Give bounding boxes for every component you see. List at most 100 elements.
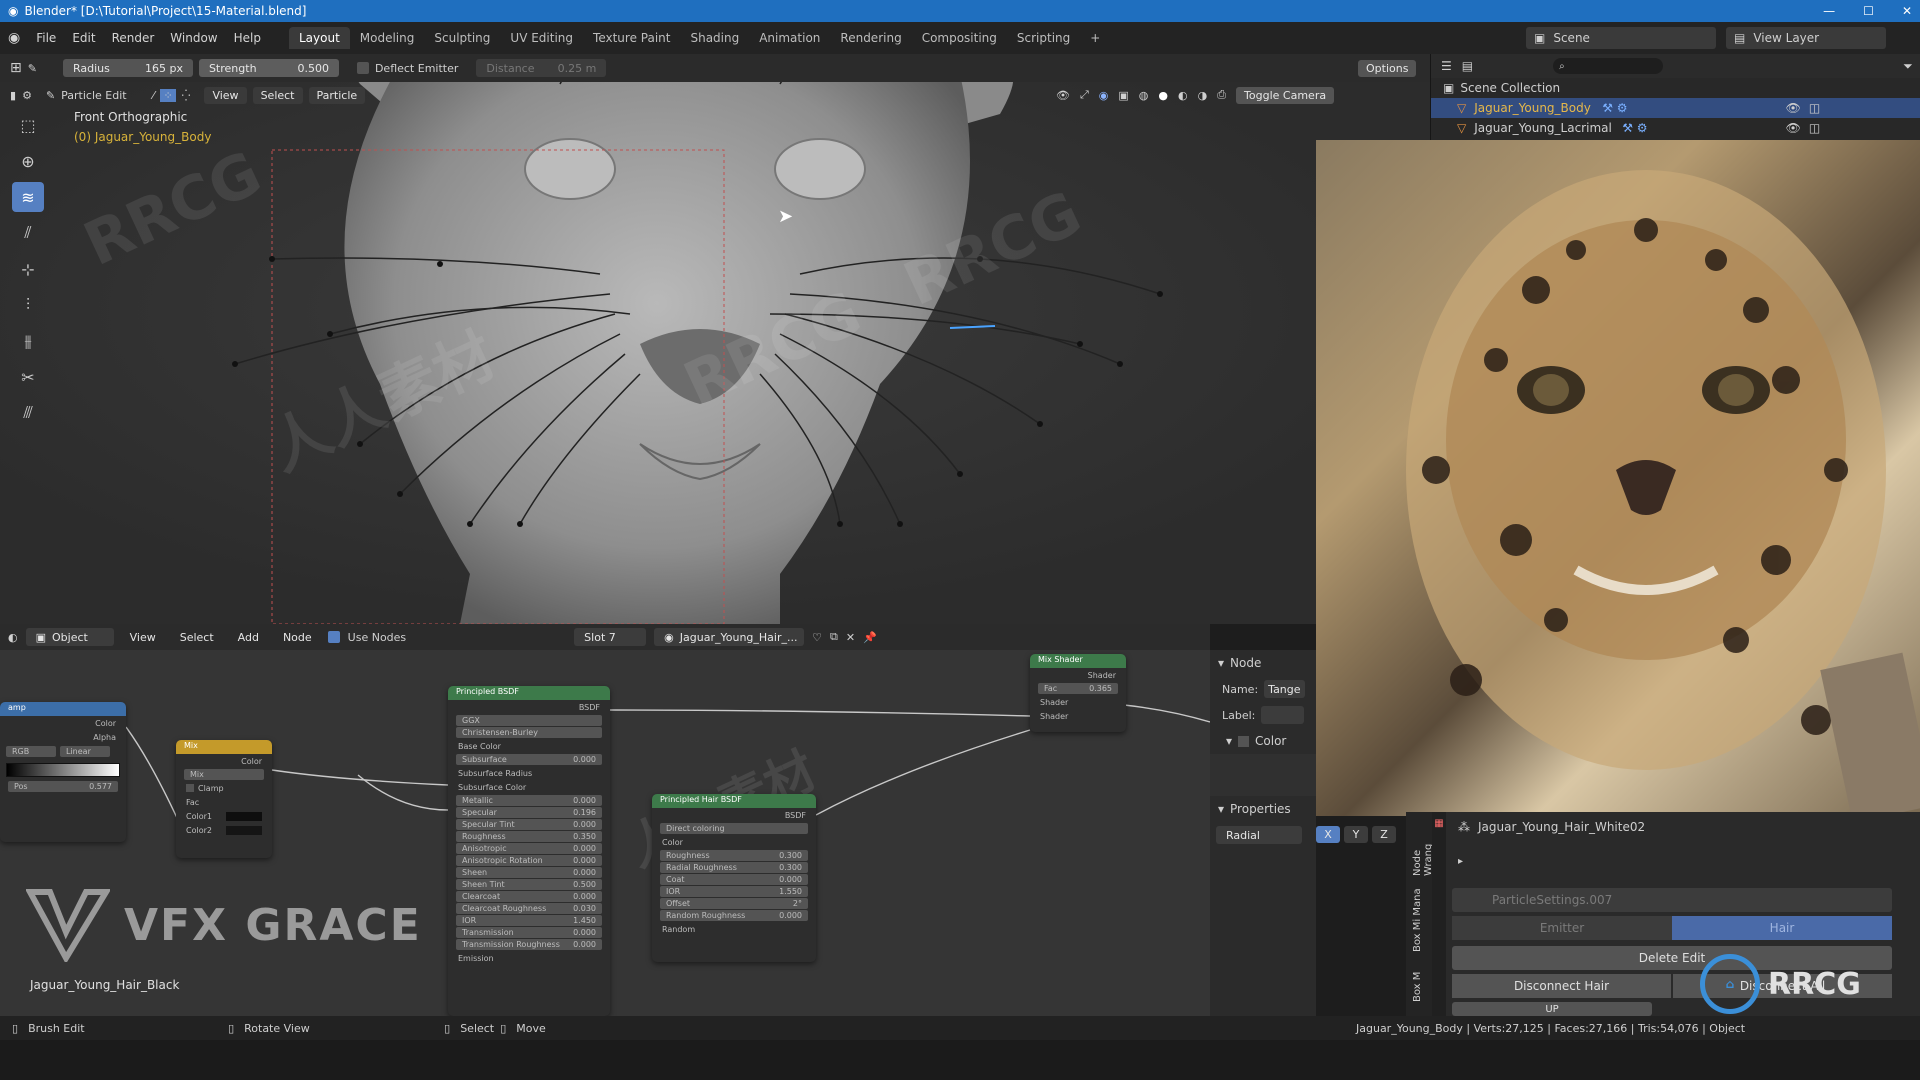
view-layer-selector[interactable]: ▤ View Layer bbox=[1726, 27, 1886, 49]
axis-z-button[interactable]: Z bbox=[1372, 826, 1396, 843]
color-mode-dropdown[interactable]: RGB bbox=[6, 746, 56, 757]
select-mode-path-icon[interactable]: ⁄ bbox=[153, 89, 155, 102]
node-input-row[interactable]: Radial Roughness 0.300 bbox=[660, 862, 808, 873]
render-icon[interactable]: ◫ bbox=[1809, 121, 1820, 135]
mode-dropdown[interactable]: Particle Edit bbox=[61, 89, 126, 102]
node-section-header[interactable]: ▾ Node bbox=[1210, 650, 1316, 676]
clamp-checkbox[interactable] bbox=[186, 784, 194, 792]
smooth-tool-icon[interactable]: ⫽ bbox=[12, 218, 44, 248]
hair-button[interactable]: Hair bbox=[1672, 916, 1892, 940]
tab-modeling[interactable]: Modeling bbox=[350, 27, 425, 49]
menu-window[interactable]: Window bbox=[162, 31, 225, 45]
node-input-row[interactable]: Random bbox=[652, 922, 816, 936]
brush-icon[interactable]: ✎ bbox=[28, 62, 37, 75]
rendered-shading-icon[interactable]: ◑ bbox=[1198, 89, 1208, 102]
gizmo-icon[interactable]: ⤢ bbox=[1080, 88, 1089, 102]
shader-type-dropdown[interactable]: ▣ Object bbox=[25, 628, 114, 646]
node-input-row[interactable]: IOR 1.450 bbox=[456, 915, 602, 926]
scene-collection-row[interactable]: ▣ Scene Collection bbox=[1431, 78, 1920, 98]
node-input-row[interactable]: Subsurface Color bbox=[448, 780, 610, 794]
principled-bsdf-node[interactable]: Principled BSDF BSDF GGX Christensen-Bur… bbox=[448, 686, 610, 1016]
tab-box-mi-mana[interactable]: Box Mi Mana bbox=[1406, 882, 1429, 958]
distance-field[interactable]: Distance 0.25 m bbox=[476, 59, 607, 77]
shader-editor-icon[interactable]: ◐ bbox=[8, 631, 18, 644]
menu-file[interactable]: File bbox=[28, 31, 64, 45]
node-input-row[interactable]: Transmission Roughness 0.000 bbox=[456, 939, 602, 950]
particle-settings-field[interactable]: ParticleSettings.007 bbox=[1452, 888, 1892, 912]
node-input-row[interactable]: Specular 0.196 bbox=[456, 807, 602, 818]
select-tool-icon[interactable]: ⬚ bbox=[12, 110, 44, 140]
node-input-row[interactable]: Subsurface 0.000 bbox=[456, 754, 602, 765]
tangent-direction-dropdown[interactable]: Radial bbox=[1216, 826, 1302, 844]
radius-field[interactable]: Radius 165 px bbox=[62, 59, 193, 77]
slot-dropdown[interactable]: Slot 7 bbox=[574, 628, 647, 646]
outliner-search-input[interactable]: ⌕ bbox=[1553, 58, 1664, 74]
particle-tab-icon[interactable]: ▦ bbox=[1432, 818, 1446, 829]
tab-animation[interactable]: Animation bbox=[749, 27, 830, 49]
node-input-row[interactable]: Anisotropic Rotation 0.000 bbox=[456, 855, 602, 866]
color1-swatch[interactable] bbox=[226, 811, 262, 821]
deflect-emitter-checkbox[interactable] bbox=[356, 62, 369, 74]
display-mode-icon[interactable]: ▤ bbox=[1462, 59, 1473, 73]
node-input-row[interactable]: Clearcoat Roughness 0.030 bbox=[456, 903, 602, 914]
mix-shader-node[interactable]: Mix Shader Shader Fac 0.365 Shader Shade… bbox=[1030, 654, 1126, 732]
node-input-row[interactable]: Emission bbox=[448, 951, 610, 965]
axis-x-button[interactable]: X bbox=[1316, 826, 1340, 843]
camera-icon[interactable]: ⎙ bbox=[1217, 88, 1226, 102]
tab-layout[interactable]: Layout bbox=[288, 27, 350, 49]
interpolation-dropdown[interactable]: Linear bbox=[60, 746, 110, 757]
use-nodes-checkbox[interactable] bbox=[327, 631, 340, 643]
color-toggle[interactable]: ▾ Color bbox=[1210, 728, 1316, 754]
menu-add[interactable]: Add bbox=[230, 629, 267, 646]
solid-shading-icon[interactable]: ● bbox=[1158, 89, 1168, 102]
tab-shading[interactable]: Shading bbox=[680, 27, 749, 49]
length-tool-icon[interactable]: ⫶ bbox=[12, 290, 44, 320]
outliner-editor-icon[interactable]: ☰ bbox=[1441, 59, 1452, 73]
tab-rendering[interactable]: Rendering bbox=[830, 27, 911, 49]
menu-particle[interactable]: Particle bbox=[308, 86, 366, 104]
blender-menu-icon[interactable]: ◉ bbox=[0, 30, 28, 46]
eye-icon[interactable]: 👁 bbox=[1786, 101, 1801, 115]
comb-tool-icon[interactable]: ≋ bbox=[12, 182, 44, 212]
color-ramp-node[interactable]: amp Color Alpha RGB Linear Pos 0.577 bbox=[0, 702, 126, 842]
node-input-row[interactable]: Base Color bbox=[448, 739, 610, 753]
emitter-button[interactable]: Emitter bbox=[1452, 916, 1672, 940]
eye-icon[interactable]: 👁 bbox=[1786, 121, 1801, 135]
node-name-input[interactable]: Tange bbox=[1264, 680, 1305, 698]
outliner-row[interactable]: ▽ Jaguar_Young_Body ⚒ ⚙ 👁 ◫ bbox=[1431, 98, 1920, 118]
fake-user-icon[interactable]: ♡ bbox=[812, 631, 822, 644]
tab-uv-editing[interactable]: UV Editing bbox=[500, 27, 583, 49]
pin-icon[interactable]: 📌 bbox=[863, 631, 877, 644]
object-type-icon[interactable]: ⚙ bbox=[22, 89, 32, 102]
cut-tool-icon[interactable]: ✂ bbox=[12, 362, 44, 392]
xray-icon[interactable]: ▣ bbox=[1118, 89, 1128, 102]
scene-selector[interactable]: ▣ Scene bbox=[1526, 27, 1716, 49]
wireframe-shading-icon[interactable]: ◍ bbox=[1139, 89, 1149, 102]
tab-scripting[interactable]: Scripting bbox=[1007, 27, 1080, 49]
node-input-row[interactable]: Offset 2° bbox=[660, 898, 808, 909]
tab-sculpting[interactable]: Sculpting bbox=[424, 27, 500, 49]
maximize-icon[interactable]: ☐ bbox=[1863, 4, 1874, 18]
node-input-row[interactable]: IOR 1.550 bbox=[660, 886, 808, 897]
node-input-row[interactable]: Roughness 0.300 bbox=[660, 850, 808, 861]
duplicate-icon[interactable]: ⧉ bbox=[830, 630, 838, 644]
outliner-row[interactable]: ▽ Jaguar_Young_Lacrimal ⚒ ⚙ 👁 ◫ bbox=[1431, 118, 1920, 138]
menu-render[interactable]: Render bbox=[104, 31, 163, 45]
pin-icon[interactable]: ▮ bbox=[10, 89, 16, 102]
menu-view[interactable]: View bbox=[122, 629, 164, 646]
menu-select[interactable]: Select bbox=[252, 86, 303, 104]
node-input-row[interactable]: Metallic 0.000 bbox=[456, 795, 602, 806]
node-input-row[interactable]: Coat 0.000 bbox=[660, 874, 808, 885]
options-dropdown[interactable]: Options bbox=[1358, 59, 1417, 77]
select-mode-point-icon[interactable]: ⁘ bbox=[160, 88, 176, 102]
color-ramp-gradient[interactable] bbox=[6, 763, 120, 777]
select-mode-tip-icon[interactable]: ⁛ bbox=[182, 89, 191, 102]
properties-section-header[interactable]: ▾ Properties bbox=[1210, 796, 1316, 822]
node-input-row[interactable]: Transmission 0.000 bbox=[456, 927, 602, 938]
minimize-icon[interactable]: — bbox=[1823, 4, 1835, 18]
toggle-camera-button[interactable]: Toggle Camera bbox=[1236, 86, 1335, 104]
add-workspace-icon[interactable]: + bbox=[1080, 27, 1110, 49]
subsurface-method-dropdown[interactable]: Christensen-Burley bbox=[456, 727, 602, 738]
node-input-row[interactable]: Sheen 0.000 bbox=[456, 867, 602, 878]
node-input-row[interactable]: Specular Tint 0.000 bbox=[456, 819, 602, 830]
